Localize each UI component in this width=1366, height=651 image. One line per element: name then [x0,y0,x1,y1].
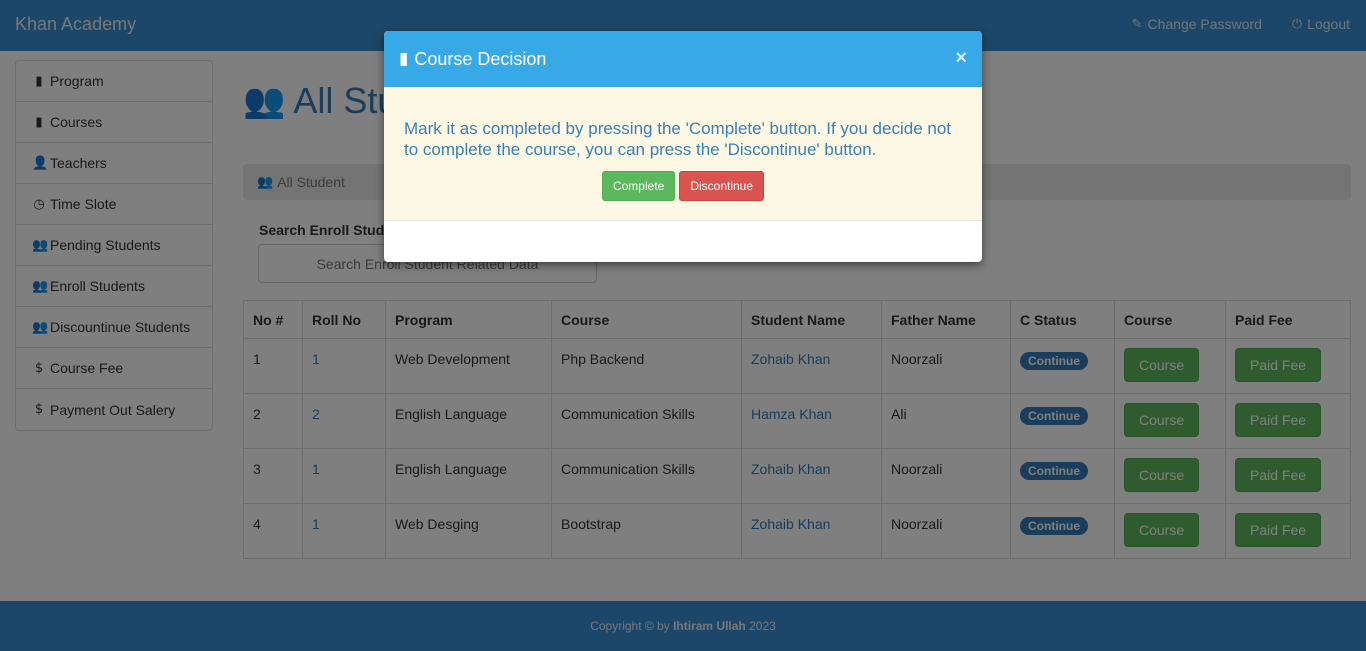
close-icon[interactable]: × [955,47,967,70]
modal-body: Mark it as completed by pressing the 'Co… [384,87,982,221]
modal-header: ▮ Course Decision × [384,31,982,87]
modal-title: Course Decision [414,48,547,69]
course-decision-modal: ▮ Course Decision × Mark it as completed… [384,31,982,262]
modal-actions: Complete Discontinue [404,171,962,201]
discontinue-button[interactable]: Discontinue [679,171,765,201]
modal-message: Mark it as completed by pressing the 'Co… [404,119,952,159]
complete-button[interactable]: Complete [601,171,676,201]
book-icon: ▮ [399,48,409,69]
